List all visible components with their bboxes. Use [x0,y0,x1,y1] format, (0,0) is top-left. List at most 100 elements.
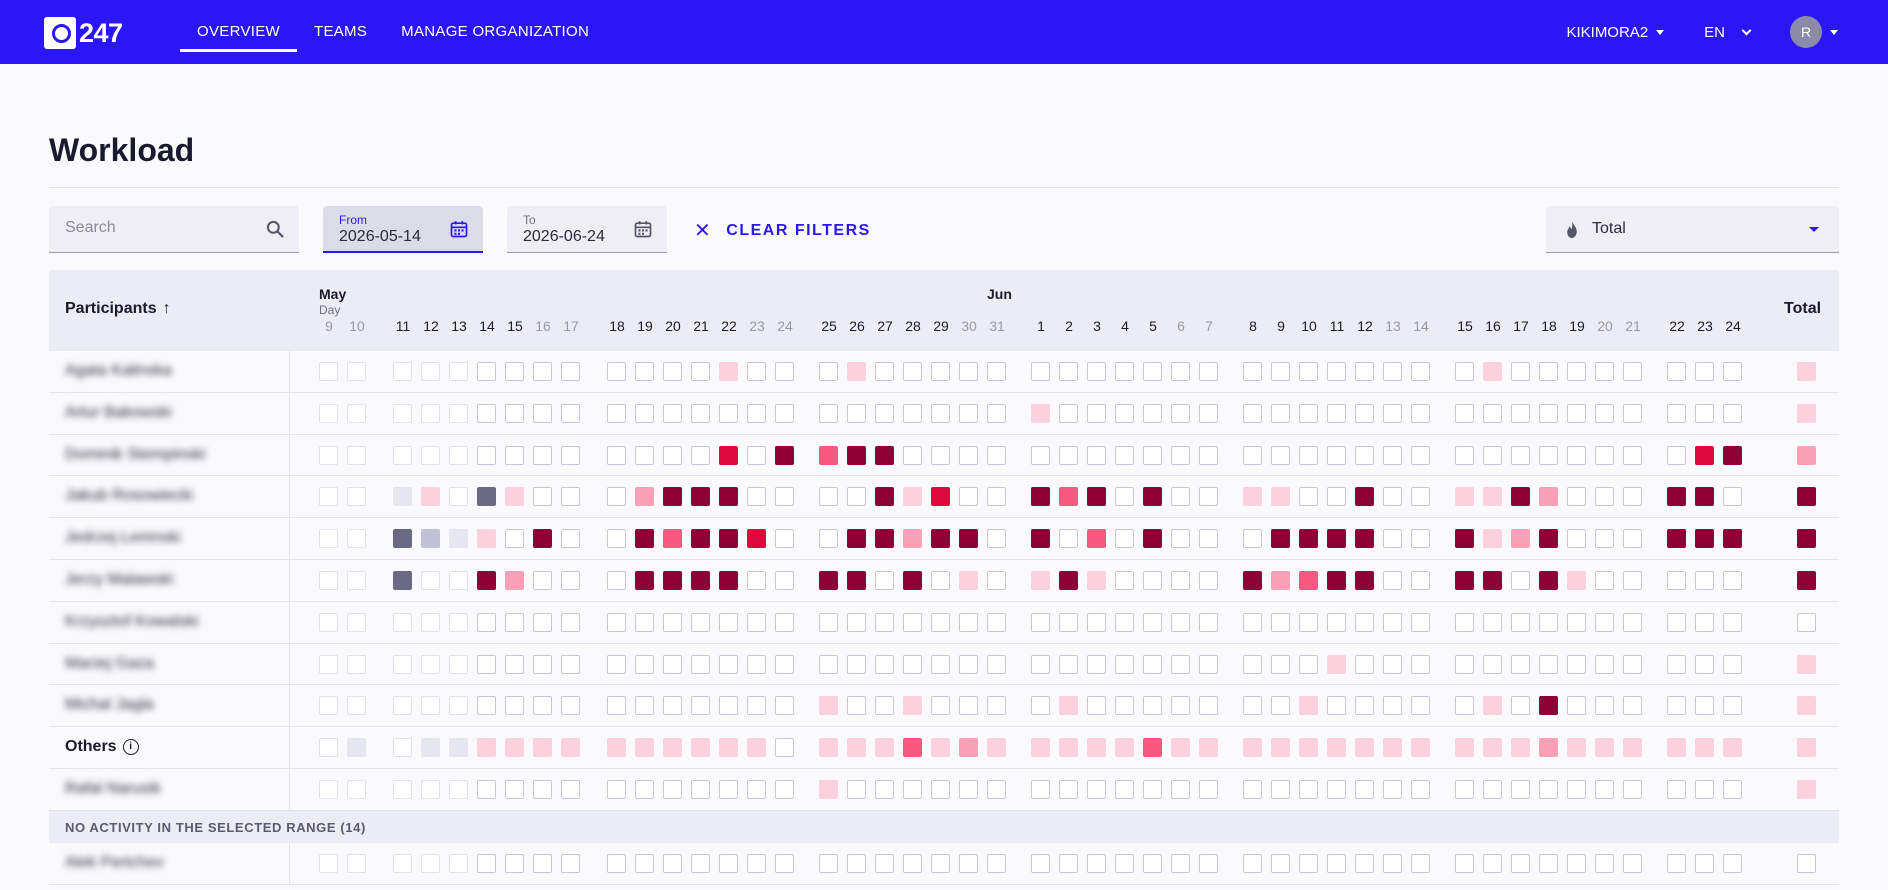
workload-cell[interactable] [1695,445,1714,465]
workload-cell[interactable] [875,654,894,674]
workload-cell[interactable] [1031,362,1050,381]
workload-cell[interactable] [1031,529,1050,549]
workload-cell[interactable] [1623,529,1642,549]
workload-cell[interactable] [1115,612,1134,632]
workload-cell[interactable] [847,853,866,873]
workload-cell[interactable] [477,487,496,507]
workload-cell[interactable] [1595,487,1614,507]
workload-cell[interactable] [393,654,412,674]
workload-cell[interactable] [607,362,626,381]
logo[interactable]: 247 [44,16,123,50]
workload-cell[interactable] [1623,612,1642,632]
workload-cell[interactable] [1243,612,1262,632]
workload-cell[interactable] [319,654,338,674]
workload-cell[interactable] [1087,445,1106,465]
workload-cell[interactable] [505,529,524,549]
workload-cell[interactable] [1483,362,1502,381]
workload-cell[interactable] [1243,487,1262,507]
workload-cell[interactable] [421,654,440,674]
workload-cell[interactable] [987,612,1006,632]
workload-cell[interactable] [1199,696,1218,716]
workload-cell[interactable] [533,445,552,465]
workload-cell[interactable] [505,779,524,799]
workload-cell[interactable] [477,362,496,381]
workload-cell[interactable] [663,445,682,465]
workload-cell[interactable] [875,853,894,873]
workload-cell[interactable] [775,738,794,758]
search-input[interactable] [65,219,255,237]
workload-cell[interactable] [931,445,950,465]
workload-cell[interactable] [1483,612,1502,632]
workload-cell[interactable] [1511,654,1530,674]
workload-cell[interactable] [719,362,738,381]
workload-cell[interactable] [847,570,866,590]
workload-cell[interactable] [1595,403,1614,423]
workload-cell[interactable] [1511,612,1530,632]
workload-cell[interactable] [1695,853,1714,873]
workload-cell[interactable] [1171,403,1190,423]
workload-cell[interactable] [1667,445,1686,465]
workload-cell[interactable] [421,445,440,465]
workload-cell[interactable] [1355,570,1374,590]
workload-cell[interactable] [987,362,1006,381]
workload-cell[interactable] [691,738,710,758]
workload-cell[interactable] [635,362,654,381]
workload-cell[interactable] [875,696,894,716]
workload-cell[interactable] [819,529,838,549]
workload-cell[interactable] [663,487,682,507]
workload-cell[interactable] [1327,570,1346,590]
workload-cell[interactable] [987,779,1006,799]
workload-cell[interactable] [903,696,922,716]
workload-cell[interactable] [1171,853,1190,873]
workload-cell[interactable] [1143,570,1162,590]
workload-cell[interactable] [1143,853,1162,873]
workload-cell[interactable] [1031,445,1050,465]
workload-cell[interactable] [505,738,524,758]
workload-cell[interactable] [775,696,794,716]
workload-cell[interactable] [1327,779,1346,799]
workload-cell[interactable] [1595,570,1614,590]
workload-cell[interactable] [1059,529,1078,549]
workload-cell[interactable] [1115,529,1134,549]
workload-cell[interactable] [347,654,366,674]
workload-cell[interactable] [1355,445,1374,465]
workload-cell[interactable] [959,612,978,632]
workload-cell[interactable] [393,853,412,873]
workload-cell[interactable] [1511,779,1530,799]
workload-cell[interactable] [347,612,366,632]
workload-cell[interactable] [533,570,552,590]
workload-cell[interactable] [1243,738,1262,758]
workload-cell[interactable] [1059,853,1078,873]
workload-cell[interactable] [635,445,654,465]
workload-cell[interactable] [931,738,950,758]
workload-cell[interactable] [1567,738,1586,758]
workload-cell[interactable] [1355,853,1374,873]
workload-cell[interactable] [1115,654,1134,674]
workload-cell[interactable] [1115,853,1134,873]
workload-cell[interactable] [1483,654,1502,674]
workload-cell[interactable] [903,853,922,873]
workload-cell[interactable] [319,570,338,590]
nav-overview[interactable]: OVERVIEW [180,0,297,64]
workload-cell[interactable] [635,403,654,423]
workload-cell[interactable] [1199,654,1218,674]
workload-cell[interactable] [1623,696,1642,716]
nav-manage-organization[interactable]: MANAGE ORGANIZATION [384,0,606,64]
workload-cell[interactable] [875,529,894,549]
workload-cell[interactable] [931,654,950,674]
workload-cell[interactable] [421,696,440,716]
workload-cell[interactable] [393,529,412,549]
workload-cell[interactable] [347,487,366,507]
workload-cell[interactable] [819,853,838,873]
total-column-header[interactable]: Total [1784,300,1821,318]
workload-cell[interactable] [719,445,738,465]
workload-cell[interactable] [747,738,766,758]
workload-cell[interactable] [775,779,794,799]
workload-cell[interactable] [1271,654,1290,674]
total-cell[interactable] [1797,529,1816,549]
workload-cell[interactable] [421,362,440,381]
workload-cell[interactable] [1723,738,1742,758]
workload-cell[interactable] [1143,403,1162,423]
table-row[interactable]: Krzysztof Kowalski [49,601,1839,644]
workload-cell[interactable] [1243,529,1262,549]
